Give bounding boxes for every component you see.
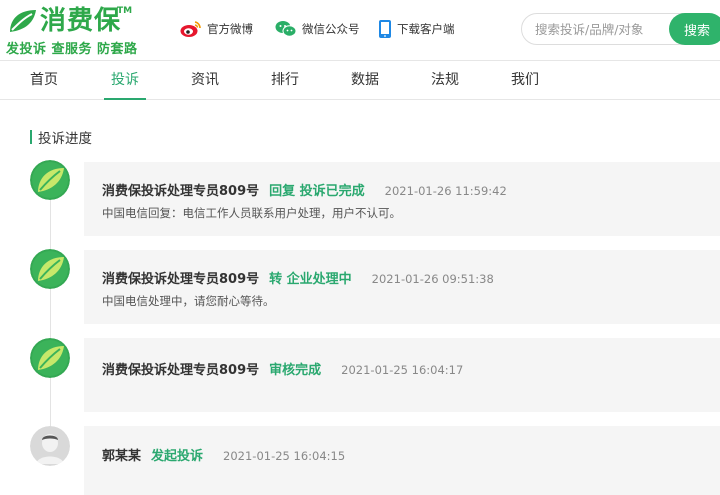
nav-item-home[interactable]: 首页: [28, 61, 60, 99]
entry-timestamp: 2021-01-25 16:04:15: [223, 449, 346, 463]
leaf-logo-icon: [10, 10, 36, 32]
entry-message: 中国电信处理中，请您耐心等待。: [102, 294, 275, 308]
entry-status: 回复 投诉已完成: [269, 184, 365, 199]
wechat-link[interactable]: 微信公众号: [275, 18, 360, 40]
leaf-logo-avatar: [30, 338, 70, 378]
download-app-link[interactable]: 下载客户端: [378, 18, 455, 40]
timeline-entry: 郭某某 发起投诉 2021-01-25 16:04:15: [84, 426, 720, 495]
wechat-icon: [275, 21, 297, 37]
timeline-entry: 消费保投诉处理专员809号 回复 投诉已完成 2021-01-26 11:59:…: [84, 162, 720, 236]
nav-item-news[interactable]: 资讯: [189, 61, 221, 99]
leaf-logo-icon: [30, 249, 70, 289]
weibo-icon: [180, 21, 201, 37]
logo-trademark: TM: [117, 6, 133, 16]
mobile-phone-icon: [379, 20, 391, 38]
entry-timestamp: 2021-01-25 16:04:17: [341, 363, 464, 377]
active-tab-indicator: [104, 98, 146, 100]
nav-item-data[interactable]: 数据: [349, 61, 381, 99]
nav-item-label: 排行: [271, 72, 299, 88]
user-avatar-icon: [30, 426, 70, 466]
site-header: 消费保 TM 发投诉 查服务 防套路 官方微博 微信公众号 下载客户端 搜索投诉…: [0, 0, 720, 60]
entry-status: 审核完成: [269, 363, 322, 378]
timeline-line: [50, 180, 51, 450]
entry-timestamp: 2021-01-26 09:51:38: [371, 272, 494, 286]
entry-handler: 郭某某: [102, 449, 142, 464]
timeline-entry: 消费保投诉处理专员809号 转 企业处理中 2021-01-26 09:51:3…: [84, 250, 720, 324]
search-bar: 搜索: [521, 13, 720, 45]
nav-item-label: 资讯: [191, 72, 219, 88]
section-title-text: 投诉进度: [38, 131, 92, 147]
user-avatar: [30, 426, 70, 466]
logo-title: 消费保: [40, 6, 122, 36]
nav-item-complaints[interactable]: 投诉: [104, 61, 146, 100]
nav-item-label: 首页: [30, 72, 58, 88]
nav-item-label: 投诉: [111, 72, 139, 88]
nav-item-label: 法规: [431, 72, 459, 88]
entry-handler: 消费保投诉处理专员809号: [102, 363, 260, 378]
site-logo[interactable]: 消费保 TM 发投诉 查服务 防套路: [4, 4, 137, 57]
main-nav: 首页 投诉 资讯 排行 数据 法规 我们: [0, 60, 720, 100]
weibo-link[interactable]: 官方微博: [180, 18, 253, 40]
entry-handler: 消费保投诉处理专员809号: [102, 184, 260, 199]
leaf-logo-avatar: [30, 160, 70, 200]
entry-message: 中国电信回复：电信工作人员联系用户处理，用户不认可。: [102, 206, 401, 220]
download-app-label: 下载客户端: [397, 22, 455, 36]
nav-item-rankings[interactable]: 排行: [269, 61, 301, 99]
leaf-logo-icon: [30, 338, 70, 378]
leaf-logo-icon: [30, 160, 70, 200]
nav-item-label: 数据: [351, 72, 379, 88]
weibo-link-label: 官方微博: [207, 22, 253, 36]
entry-status: 发起投诉: [151, 449, 204, 464]
entry-handler: 消费保投诉处理专员809号: [102, 272, 260, 287]
entry-timestamp: 2021-01-26 11:59:42: [384, 184, 507, 198]
entry-status: 转 企业处理中: [269, 272, 352, 287]
search-button[interactable]: 搜索: [669, 13, 720, 45]
nav-item-label: 我们: [511, 72, 539, 88]
logo-slogan: 发投诉 查服务 防套路: [6, 42, 138, 57]
wechat-link-label: 微信公众号: [302, 22, 360, 36]
section-title: 投诉进度: [30, 128, 92, 147]
leaf-logo-avatar: [30, 249, 70, 289]
nav-item-regulations[interactable]: 法规: [429, 61, 461, 99]
nav-item-about-us[interactable]: 我们: [509, 61, 541, 99]
timeline-entry: 消费保投诉处理专员809号 审核完成 2021-01-25 16:04:17: [84, 338, 720, 412]
title-accent-bar: [30, 130, 32, 144]
